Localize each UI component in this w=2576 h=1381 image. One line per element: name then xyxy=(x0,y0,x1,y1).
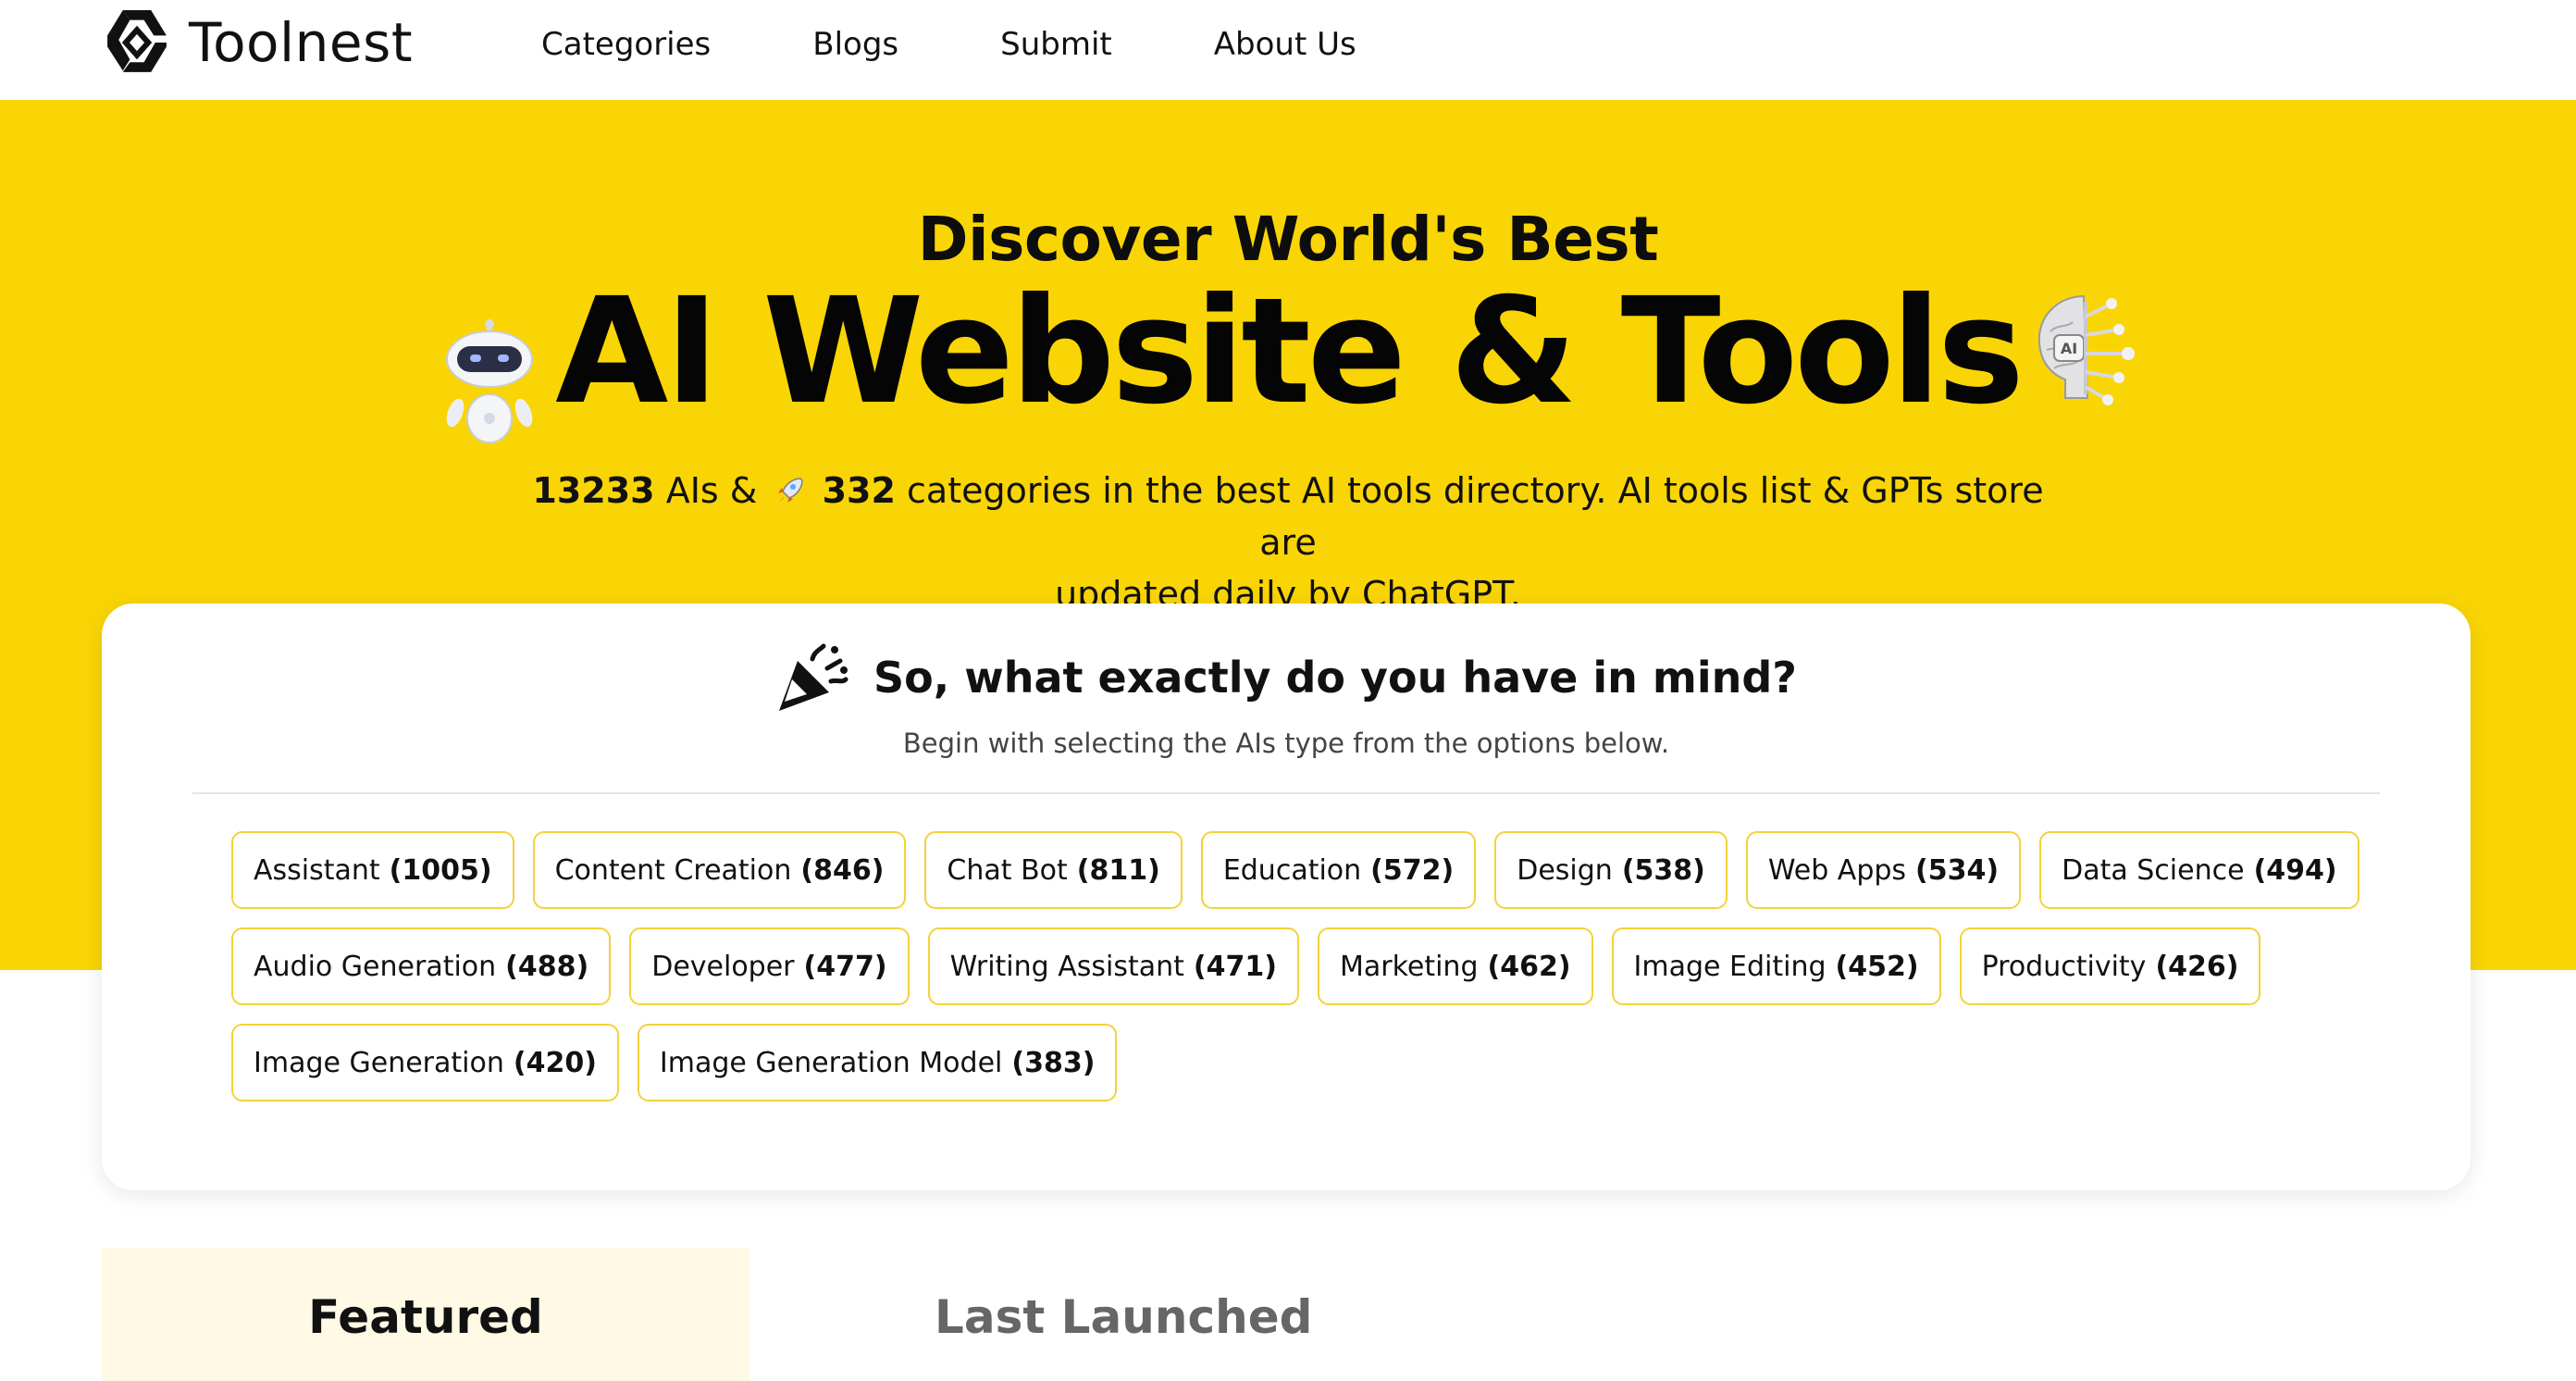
hero-description: 13233 AIs & 332 categories in the best A… xyxy=(518,465,2058,620)
ai-count: 13233 xyxy=(532,470,655,511)
chip-content-creation[interactable]: Content Creation (846) xyxy=(532,831,907,909)
chip-count: (1005) xyxy=(389,853,492,887)
chip-image-editing[interactable]: Image Editing (452) xyxy=(1611,927,1941,1005)
chip-audio-generation[interactable]: Audio Generation (488) xyxy=(231,927,612,1005)
toolnest-logo-icon xyxy=(107,10,167,72)
chip-count: (383) xyxy=(1011,1046,1096,1079)
divider xyxy=(192,792,2380,794)
hero-subtitle: Discover World's Best xyxy=(917,204,1659,275)
nav-categories[interactable]: Categories xyxy=(541,26,711,63)
chip-count: (534) xyxy=(1915,853,2000,887)
nav-submit[interactable]: Submit xyxy=(1000,26,1112,63)
chip-count: (488) xyxy=(505,950,589,983)
chip-label: Education xyxy=(1222,853,1362,887)
chip-count: (462) xyxy=(1487,950,1571,983)
chip-label: Chat Bot xyxy=(947,853,1068,887)
tab-last-launched[interactable]: Last Launched xyxy=(935,1290,1312,1344)
chip-data-science[interactable]: Data Science (494) xyxy=(2039,831,2359,909)
chip-label: Web Apps xyxy=(1767,853,1907,887)
chip-label: Image Generation xyxy=(254,1046,504,1079)
chip-web-apps[interactable]: Web Apps (534) xyxy=(1745,831,2022,909)
chip-label: Audio Generation xyxy=(254,950,497,983)
chip-row: Audio Generation (488) Developer (477) Wri… xyxy=(231,927,2359,1005)
category-count: 332 xyxy=(822,470,896,511)
chip-marketing[interactable]: Marketing (462) xyxy=(1317,927,1593,1005)
chip-writing-assistant[interactable]: Writing Assistant (471) xyxy=(927,927,1299,1005)
category-picker-card: So, what exactly do you have in mind? Be… xyxy=(102,603,2471,1190)
chip-label: Image Editing xyxy=(1633,950,1827,983)
nav-about-us[interactable]: About Us xyxy=(1214,26,1356,63)
chip-developer[interactable]: Developer (477) xyxy=(629,927,910,1005)
svg-text:AI: AI xyxy=(2061,340,2077,357)
chip-count: (477) xyxy=(803,950,887,983)
chip-label: Design xyxy=(1517,853,1613,887)
chip-count: (811) xyxy=(1076,853,1160,887)
chip-label: Writing Assistant xyxy=(949,950,1184,983)
chip-count: (846) xyxy=(800,853,885,887)
chip-image-generation[interactable]: Image Generation (420) xyxy=(231,1024,619,1101)
card-header: So, what exactly do you have in mind? xyxy=(102,641,2471,715)
chip-label: Data Science xyxy=(2062,853,2245,887)
chip-count: (572) xyxy=(1370,853,1455,887)
site-header: Toolnest Categories Blogs Submit About U… xyxy=(0,0,2576,100)
card-description: Begin with selecting the AIs type from t… xyxy=(902,728,1670,759)
chip-label: Marketing xyxy=(1339,950,1479,983)
hero-desc-text: categories in the best AI tools director… xyxy=(907,470,2044,563)
logo[interactable]: Toolnest xyxy=(102,7,413,78)
chip-count: (494) xyxy=(2253,853,2337,887)
robot-icon xyxy=(446,319,533,443)
hero-title: AI Website & Tools xyxy=(555,267,2025,437)
tab-featured[interactable]: Featured xyxy=(102,1248,749,1381)
chip-count: (471) xyxy=(1193,950,1277,983)
chip-label: Productivity xyxy=(1981,950,2147,983)
chip-education[interactable]: Education (572) xyxy=(1200,831,1477,909)
hero-desc-line-1: 13233 AIs & 332 categories in the best A… xyxy=(518,465,2058,568)
party-popper-icon xyxy=(779,643,848,711)
ai-brain-icon: AI xyxy=(2037,294,2135,405)
chip-assistant[interactable]: Assistant (1005) xyxy=(231,831,514,909)
main-nav: Categories Blogs Submit About Us xyxy=(541,0,1458,89)
chip-count: (426) xyxy=(2155,950,2239,983)
logo-text: Toolnest xyxy=(189,11,414,74)
chip-label: Developer xyxy=(651,950,795,983)
card-title: So, what exactly do you have in mind? xyxy=(873,653,1797,703)
chip-label: Assistant xyxy=(254,853,380,887)
chip-productivity[interactable]: Productivity (426) xyxy=(1959,927,2261,1005)
chip-row: Image Generation (420) Image Generation M… xyxy=(231,1024,2359,1101)
chip-design[interactable]: Design (538) xyxy=(1494,831,1728,909)
tab-featured-label: Featured xyxy=(308,1290,543,1344)
chip-label: Content Creation xyxy=(554,853,792,887)
chip-label: Image Generation Model xyxy=(659,1046,1003,1079)
chip-chat-bot[interactable]: Chat Bot (811) xyxy=(924,831,1183,909)
chip-count: (538) xyxy=(1621,853,1705,887)
ai-label: AIs & xyxy=(665,470,758,511)
rocket-icon xyxy=(777,478,803,503)
chip-count: (452) xyxy=(1835,950,1919,983)
category-chip-list: Assistant (1005) Content Creation (846) Ch… xyxy=(231,831,2359,1120)
chip-count: (420) xyxy=(513,1046,597,1079)
chip-image-generation-model[interactable]: Image Generation Model (383) xyxy=(637,1024,1118,1101)
chip-row: Assistant (1005) Content Creation (846) Ch… xyxy=(231,831,2359,909)
nav-blogs[interactable]: Blogs xyxy=(812,26,898,63)
